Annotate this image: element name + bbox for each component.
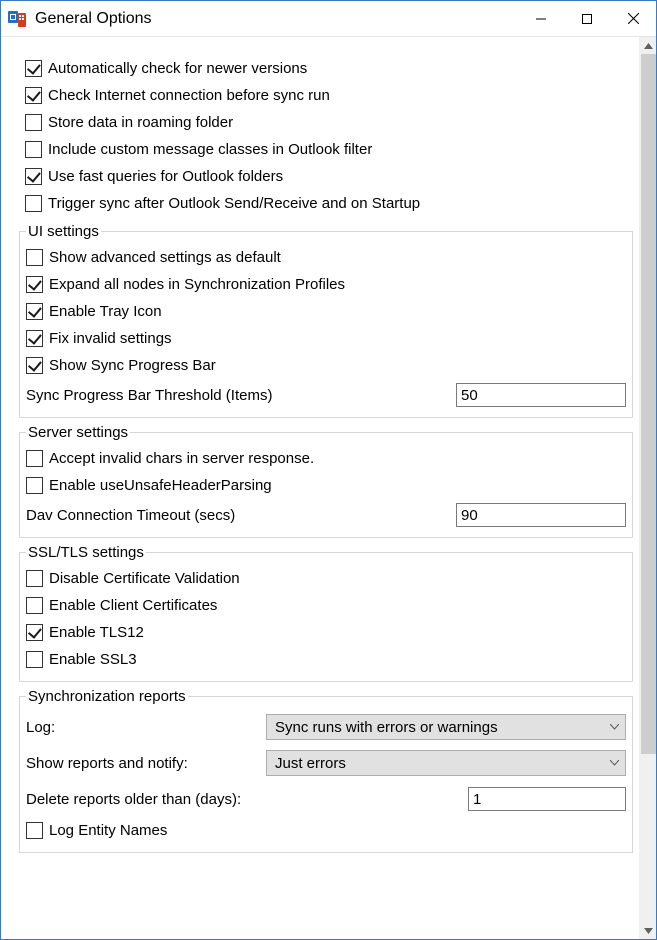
- window-title: General Options: [35, 10, 152, 28]
- checkbox-unsafe-header[interactable]: [26, 477, 43, 494]
- select-log[interactable]: Sync runs with errors or warnings: [266, 714, 626, 740]
- label-expand-nodes: Expand all nodes in Synchronization Prof…: [49, 276, 345, 293]
- label-fast-queries: Use fast queries for Outlook folders: [48, 168, 283, 185]
- label-log-entity: Log Entity Names: [49, 822, 167, 839]
- label-show-reports: Show reports and notify:: [26, 755, 266, 772]
- general-group: Automatically check for newer versions C…: [19, 47, 633, 217]
- checkbox-check-internet[interactable]: [25, 87, 42, 104]
- label-delete-older: Delete reports older than (days):: [26, 791, 241, 808]
- label-unsafe-header: Enable useUnsafeHeaderParsing: [49, 477, 272, 494]
- checkbox-ssl3[interactable]: [26, 651, 43, 668]
- app-icon: [7, 9, 27, 29]
- checkbox-client-cert[interactable]: [26, 597, 43, 614]
- checkbox-tray-icon[interactable]: [26, 303, 43, 320]
- checkbox-accept-invalid[interactable]: [26, 450, 43, 467]
- maximize-button[interactable]: [564, 1, 610, 37]
- label-show-progress: Show Sync Progress Bar: [49, 357, 216, 374]
- checkbox-tls12[interactable]: [26, 624, 43, 641]
- label-threshold: Sync Progress Bar Threshold (Items): [26, 387, 272, 404]
- checkbox-show-advanced[interactable]: [26, 249, 43, 266]
- label-trigger-sync: Trigger sync after Outlook Send/Receive …: [48, 195, 420, 212]
- select-show-value: Just errors: [275, 755, 609, 772]
- ssl-settings-legend: SSL/TLS settings: [26, 544, 146, 561]
- checkbox-log-entity[interactable]: [26, 822, 43, 839]
- checkbox-fix-invalid[interactable]: [26, 330, 43, 347]
- input-threshold[interactable]: [456, 383, 626, 407]
- checkbox-auto-check[interactable]: [25, 60, 42, 77]
- checkbox-fast-queries[interactable]: [25, 168, 42, 185]
- checkbox-show-progress[interactable]: [26, 357, 43, 374]
- content-area: Automatically check for newer versions C…: [1, 37, 639, 939]
- label-store-roaming: Store data in roaming folder: [48, 114, 233, 131]
- checkbox-include-custom[interactable]: [25, 141, 42, 158]
- select-log-value: Sync runs with errors or warnings: [275, 719, 609, 736]
- sync-reports-legend: Synchronization reports: [26, 688, 188, 705]
- scroll-up-icon[interactable]: [640, 37, 657, 54]
- label-include-custom: Include custom message classes in Outloo…: [48, 141, 372, 158]
- label-tls12: Enable TLS12: [49, 624, 144, 641]
- scroll-down-icon[interactable]: [640, 922, 657, 939]
- label-accept-invalid: Accept invalid chars in server response.: [49, 450, 314, 467]
- titlebar: General Options: [1, 1, 656, 37]
- server-settings-legend: Server settings: [26, 424, 130, 441]
- chevron-down-icon: [609, 760, 619, 766]
- checkbox-expand-nodes[interactable]: [26, 276, 43, 293]
- checkbox-store-roaming[interactable]: [25, 114, 42, 131]
- label-tray-icon: Enable Tray Icon: [49, 303, 162, 320]
- label-ssl3: Enable SSL3: [49, 651, 137, 668]
- label-disable-cert: Disable Certificate Validation: [49, 570, 240, 587]
- label-fix-invalid: Fix invalid settings: [49, 330, 172, 347]
- ui-settings-legend: UI settings: [26, 223, 101, 240]
- checkbox-trigger-sync[interactable]: [25, 195, 42, 212]
- label-check-internet: Check Internet connection before sync ru…: [48, 87, 330, 104]
- close-button[interactable]: [610, 1, 656, 37]
- label-auto-check: Automatically check for newer versions: [48, 60, 307, 77]
- server-settings-group: Server settings Accept invalid chars in …: [19, 424, 633, 538]
- select-show-reports[interactable]: Just errors: [266, 750, 626, 776]
- input-delete-older[interactable]: [468, 787, 626, 811]
- label-timeout: Dav Connection Timeout (secs): [26, 507, 235, 524]
- sync-reports-group: Synchronization reports Log: Sync runs w…: [19, 688, 633, 853]
- label-show-advanced: Show advanced settings as default: [49, 249, 281, 266]
- checkbox-disable-cert[interactable]: [26, 570, 43, 587]
- ui-settings-group: UI settings Show advanced settings as de…: [19, 223, 633, 418]
- ssl-settings-group: SSL/TLS settings Disable Certificate Val…: [19, 544, 633, 682]
- scroll-thumb[interactable]: [641, 54, 656, 754]
- label-client-cert: Enable Client Certificates: [49, 597, 217, 614]
- minimize-button[interactable]: [518, 1, 564, 37]
- input-timeout[interactable]: [456, 503, 626, 527]
- vertical-scrollbar[interactable]: [639, 37, 656, 939]
- label-log: Log:: [26, 719, 266, 736]
- chevron-down-icon: [609, 724, 619, 730]
